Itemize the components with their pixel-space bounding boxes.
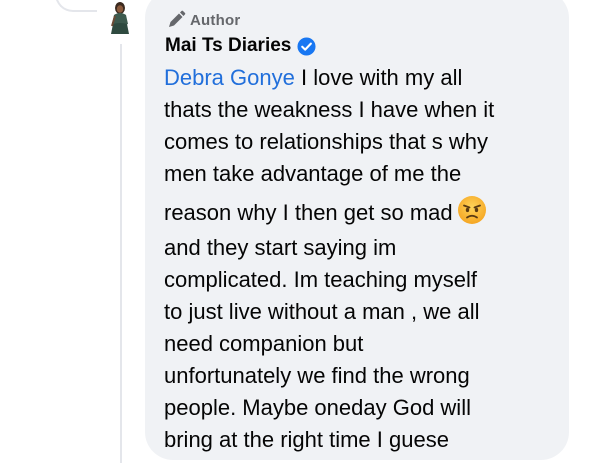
angry-face-icon <box>457 196 486 224</box>
comment-line: unfortunately we find the wrong <box>164 363 470 388</box>
comment-line: complicated. Im teaching myself <box>164 267 478 292</box>
avatar[interactable] <box>103 0 137 34</box>
comment-line-text: reason why I then get so mad <box>164 200 453 225</box>
comment-line-text: I love with my all <box>294 65 463 90</box>
comment-line: men take advantage of me the <box>164 161 462 186</box>
author-badge: Author <box>165 9 240 31</box>
comment-line: to just live without a man , we all <box>164 299 480 324</box>
comment-line: and they start saying im <box>164 235 397 260</box>
comment-thread: Author Mai Ts Diaries Debra Gonye I love… <box>0 0 600 463</box>
thread-connector-curve <box>55 0 97 12</box>
comment-line: bring at the right time I guese <box>164 427 449 452</box>
comment-text: Debra Gonye I love with my all thats the… <box>164 62 564 456</box>
thread-connector-line <box>120 44 122 463</box>
pen-icon <box>169 10 186 27</box>
comment-line: thats the weakness I have when it <box>164 97 495 122</box>
comment-line: people. Maybe oneday God will <box>164 395 471 420</box>
comment-line: reason why I then get so mad <box>164 194 564 232</box>
person-icon <box>111 2 129 34</box>
author-row: Mai Ts Diaries <box>165 33 316 59</box>
author-badge-label: Author <box>190 11 241 29</box>
verified-badge-icon <box>297 36 316 56</box>
comment-line: comes to relationships that s why <box>164 129 489 154</box>
comment-line: need companion but <box>164 331 364 356</box>
comment-line: Debra Gonye I love with my all <box>164 62 564 94</box>
author-name[interactable]: Mai Ts Diaries <box>165 35 291 57</box>
mention-link[interactable]: Debra Gonye <box>164 65 295 90</box>
